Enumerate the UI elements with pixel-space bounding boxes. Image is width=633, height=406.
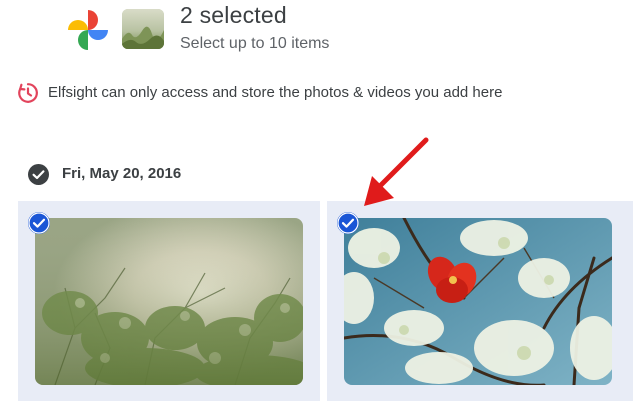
date-group-label: Fri, May 20, 2016 <box>62 165 182 182</box>
photo-tile[interactable] <box>18 201 320 401</box>
selection-preview-thumbnail <box>122 9 164 49</box>
photo-selected-check-icon[interactable] <box>28 212 50 234</box>
access-notice-text: Elfsight can only access and store the p… <box>48 84 503 101</box>
photo-selected-check-icon[interactable] <box>337 212 359 234</box>
red-flower-blossom-photo <box>344 218 612 385</box>
blossom-tree-sky-photo <box>35 218 303 385</box>
elfsight-access-icon <box>17 82 39 104</box>
google-photos-logo-icon <box>66 8 110 52</box>
selection-limit-label: Select up to 10 items <box>180 35 330 52</box>
photo-tile[interactable] <box>327 201 633 401</box>
select-date-group-checkbox[interactable] <box>28 164 49 185</box>
selected-count-label: 2 selected <box>180 2 287 28</box>
